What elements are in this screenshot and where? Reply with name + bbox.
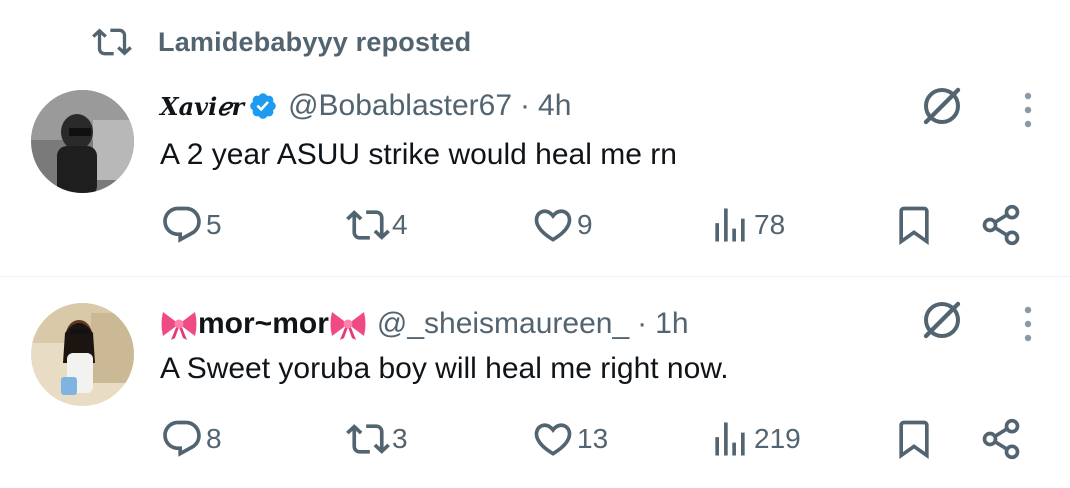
repost-button[interactable]: 3 bbox=[346, 417, 408, 461]
avatar[interactable] bbox=[31, 303, 134, 406]
views-icon bbox=[715, 208, 745, 242]
grok-icon[interactable] bbox=[918, 296, 966, 344]
avatar-image bbox=[31, 90, 134, 193]
action-bar: 5 4 9 78 bbox=[0, 200, 1070, 250]
repost-button[interactable]: 4 bbox=[346, 203, 408, 247]
tweet-text: A Sweet yoruba boy will heal me right no… bbox=[160, 352, 729, 385]
repost-count: 3 bbox=[392, 423, 408, 454]
ribbon-bow-icon bbox=[161, 312, 197, 340]
tweet-header: mor~mor @_sheismaureen_ · 1h bbox=[160, 302, 689, 346]
like-count: 13 bbox=[577, 423, 609, 454]
like-icon bbox=[534, 209, 572, 242]
like-button[interactable]: 13 bbox=[531, 417, 608, 461]
view-count: 78 bbox=[754, 209, 786, 240]
like-icon bbox=[534, 423, 572, 456]
handle[interactable]: @Bobablaster67 bbox=[288, 89, 512, 123]
share-icon bbox=[982, 418, 1020, 460]
views-icon bbox=[715, 422, 745, 456]
avatar-image bbox=[31, 303, 134, 406]
reply-count: 8 bbox=[206, 423, 222, 454]
separator: · bbox=[637, 307, 648, 340]
repost-icon bbox=[346, 424, 390, 454]
bookmark-button[interactable] bbox=[892, 417, 936, 461]
reply-button[interactable]: 8 bbox=[160, 417, 222, 461]
share-button[interactable] bbox=[979, 417, 1023, 461]
view-count: 219 bbox=[754, 423, 801, 454]
repost-label: Lamidebabyyy reposted bbox=[158, 26, 472, 57]
display-name[interactable]: Xaviℯr bbox=[160, 92, 244, 121]
share-icon bbox=[982, 204, 1020, 246]
bookmark-icon bbox=[899, 420, 929, 460]
like-button[interactable]: 9 bbox=[531, 203, 593, 247]
display-name[interactable]: mor~mor bbox=[198, 307, 329, 341]
repost-icon bbox=[92, 28, 132, 56]
reply-icon bbox=[163, 206, 201, 243]
more-icon[interactable] bbox=[1018, 90, 1038, 130]
more-icon[interactable] bbox=[1018, 304, 1038, 344]
reply-button[interactable]: 5 bbox=[160, 203, 222, 247]
ribbon-bow-icon bbox=[330, 312, 366, 340]
reply-count: 5 bbox=[206, 209, 222, 240]
grok-icon[interactable] bbox=[918, 82, 966, 130]
bookmark-button[interactable] bbox=[892, 203, 936, 247]
repost-icon bbox=[346, 210, 390, 240]
share-button[interactable] bbox=[979, 203, 1023, 247]
views-button[interactable]: 219 bbox=[708, 417, 801, 461]
views-button[interactable]: 78 bbox=[708, 203, 785, 247]
like-count: 9 bbox=[577, 209, 593, 240]
timestamp[interactable]: 1h bbox=[655, 307, 688, 341]
handle[interactable]: @_sheismaureen_ bbox=[377, 307, 629, 341]
action-bar: 8 3 13 219 bbox=[0, 414, 1070, 464]
tweet-text: A 2 year ASUU strike would heal me rn bbox=[160, 138, 677, 171]
tweet-header: Xaviℯr @Bobablaster67 · 4h bbox=[160, 86, 571, 126]
tweet-divider bbox=[0, 276, 1070, 277]
verified-badge-icon bbox=[250, 93, 276, 119]
avatar[interactable] bbox=[31, 90, 134, 193]
repost-count: 4 bbox=[392, 209, 408, 240]
repost-indicator[interactable]: Lamidebabyyy reposted bbox=[92, 22, 471, 62]
timestamp[interactable]: 4h bbox=[538, 89, 571, 123]
bookmark-icon bbox=[899, 206, 929, 246]
reply-icon bbox=[163, 420, 201, 457]
separator: · bbox=[520, 89, 531, 122]
